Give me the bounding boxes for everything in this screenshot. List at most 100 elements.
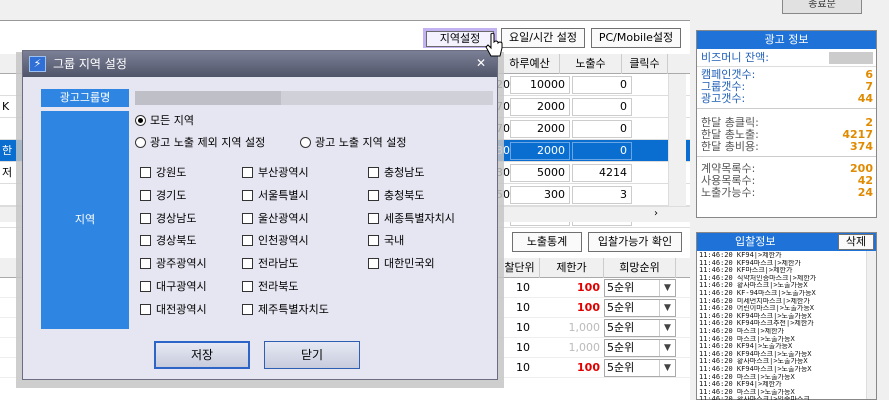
desired-rank-select[interactable]: 5순위 ▼ <box>604 299 676 317</box>
desired-rank-select[interactable]: 5순위 ▼ <box>604 359 676 377</box>
region-checkbox[interactable]: 울산광역시 <box>242 211 309 227</box>
desired-rank-select[interactable]: 5순위 ▼ <box>604 279 676 297</box>
region-checkbox[interactable]: 경상남도 <box>140 211 196 227</box>
checkbox-indicator[interactable] <box>242 258 253 270</box>
region-checkbox[interactable]: 강원도 <box>140 165 186 181</box>
ad-count-value: 44 <box>857 92 873 105</box>
region-checkbox[interactable]: 세종특별자치시 <box>368 211 455 227</box>
header-clicks[interactable]: 클릭수 <box>622 54 668 74</box>
radio-exclude-regions[interactable]: 광고 노출 제외 지역 설정 <box>135 135 265 151</box>
checkbox-indicator[interactable] <box>242 235 253 247</box>
impression-stats-button[interactable]: 노출통계 <box>512 232 582 252</box>
region-checkbox[interactable]: 경상북도 <box>140 233 196 249</box>
grid-vertical-scrollbar[interactable] <box>668 74 686 206</box>
group-name-field <box>135 91 493 105</box>
corner-button[interactable]: 종료문 <box>782 0 862 14</box>
desired-rank-select[interactable]: 5순위 ▼ <box>604 319 676 337</box>
radio-all-regions-indicator[interactable] <box>135 115 146 126</box>
checkbox-indicator[interactable] <box>368 258 379 270</box>
app-icon: ⚡ <box>29 56 46 72</box>
radio-all-regions-label: 모든 지역 <box>150 114 194 127</box>
checkbox-indicator[interactable] <box>368 167 379 178</box>
chevron-down-icon[interactable]: ▼ <box>659 320 675 336</box>
radio-exclude-regions-indicator[interactable] <box>135 137 146 148</box>
log-entry: 11:46:20 KF94마스크|>노출가능X <box>699 350 812 358</box>
checkbox-indicator[interactable] <box>242 303 253 315</box>
checkbox-indicator[interactable] <box>140 212 151 224</box>
limit-price-cell[interactable]: 1,000 <box>540 338 604 358</box>
region-checkbox[interactable]: 대구광역시 <box>140 279 207 295</box>
region-checkbox[interactable]: 광주광역시 <box>140 256 207 272</box>
log-entry: 11:46:20 황사마스크|>인증마스크 <box>699 396 874 400</box>
desired-rank-select[interactable]: 5순위 ▼ <box>604 339 676 357</box>
checkbox-indicator[interactable] <box>140 189 151 201</box>
header-bid-unit[interactable]: 찰단위 <box>500 258 540 278</box>
header-daily-budget[interactable]: 하루예산 <box>500 54 560 74</box>
region-checkbox[interactable]: 대한민국외 <box>368 256 435 272</box>
limit-price-cell[interactable]: 1,000 <box>540 318 604 338</box>
header-limit-price[interactable]: 제한가 <box>540 258 604 278</box>
daily-budget-cell[interactable]: 5000 <box>510 164 570 182</box>
pc-mobile-setting-button[interactable]: PC/Mobile설정 <box>591 28 681 48</box>
impressions-cell: 0 <box>572 76 632 94</box>
region-checkbox[interactable]: 충청남도 <box>368 165 424 181</box>
row-name-cell <box>2 118 16 140</box>
checkbox-indicator[interactable] <box>242 212 253 224</box>
row-name-cell <box>2 184 16 206</box>
chevron-down-icon[interactable]: ▼ <box>659 340 675 356</box>
desired-rank-value: 5순위 <box>607 341 635 354</box>
checkbox-indicator[interactable] <box>140 235 151 247</box>
checkbox-indicator[interactable] <box>140 167 151 178</box>
save-button[interactable]: 저장 <box>154 341 250 369</box>
header-desired-rank[interactable]: 희망순위 <box>604 258 676 278</box>
log-entry: 11:46:20 식약처인증마스크|>제한가 <box>699 274 817 282</box>
log-entry: 11:46:20 KF94|>제한가 <box>699 252 782 259</box>
limit-price-cell[interactable]: 100 <box>540 358 604 378</box>
row-name-cell <box>2 74 16 96</box>
checkbox-indicator[interactable] <box>140 258 151 270</box>
log-entry: 11:46:20 미세먼지마스크|>제한가 <box>699 297 810 305</box>
region-checkbox[interactable]: 제주특별자치도 <box>242 302 329 318</box>
close-button[interactable]: 닫기 <box>264 341 360 369</box>
header-impressions[interactable]: 노출수 <box>560 54 622 74</box>
chevron-down-icon[interactable]: ▼ <box>659 300 675 316</box>
radio-include-regions-indicator[interactable] <box>300 137 311 148</box>
checkbox-indicator[interactable] <box>368 235 379 247</box>
region-checkbox[interactable]: 충청북도 <box>368 188 424 204</box>
log-entry: 11:46:20 마스크|>노출가능X <box>699 335 795 343</box>
limit-price-cell[interactable]: 100 <box>540 278 604 298</box>
region-checkbox[interactable]: 인천광역시 <box>242 233 309 249</box>
scroll-right-icon[interactable]: › <box>654 208 658 219</box>
daily-budget-cell[interactable]: 10000 <box>510 76 570 94</box>
checkbox-indicator[interactable] <box>368 189 379 201</box>
region-checkbox[interactable]: 경기도 <box>140 188 186 204</box>
bid-log-scrollbar[interactable] <box>866 251 876 399</box>
checkbox-indicator[interactable] <box>368 212 379 224</box>
region-checkbox[interactable]: 대전광역시 <box>140 302 207 318</box>
bid-unit-cell: 10 <box>516 361 530 374</box>
daily-budget-cell[interactable]: 2000 <box>510 120 570 138</box>
radio-all-regions[interactable]: 모든 지역 <box>135 113 194 129</box>
delete-log-button[interactable]: 삭제 <box>838 234 874 250</box>
chevron-down-icon[interactable]: ▼ <box>659 360 675 376</box>
daily-budget-cell[interactable]: 300 <box>510 186 570 204</box>
radio-include-regions[interactable]: 광고 노출 지역 설정 <box>300 135 406 151</box>
checkbox-indicator[interactable] <box>242 189 253 201</box>
checkbox-indicator[interactable] <box>140 281 151 292</box>
dialog-titlebar[interactable]: ⚡ 그룹 지역 설정 ✕ <box>23 51 497 77</box>
checkbox-indicator[interactable] <box>242 281 253 292</box>
region-checkbox[interactable]: 전라북도 <box>242 279 298 295</box>
bid-check-button[interactable]: 입찰가능가 확인 <box>588 232 682 252</box>
region-checkbox[interactable]: 서울특별시 <box>242 188 309 204</box>
day-time-setting-button[interactable]: 요일/시간 설정 <box>501 28 585 48</box>
limit-price-cell[interactable]: 100 <box>540 298 604 318</box>
region-checkbox[interactable]: 국내 <box>368 233 404 249</box>
region-checkbox[interactable]: 부산광역시 <box>242 165 309 181</box>
daily-budget-cell[interactable]: 2000 <box>510 98 570 116</box>
checkbox-indicator[interactable] <box>242 167 253 178</box>
daily-budget-cell[interactable]: 2000 <box>510 142 570 160</box>
region-checkbox[interactable]: 전라남도 <box>242 256 298 272</box>
checkbox-indicator[interactable] <box>140 303 151 315</box>
chevron-down-icon[interactable]: ▼ <box>659 280 675 296</box>
desired-rank-value: 5순위 <box>607 301 635 314</box>
